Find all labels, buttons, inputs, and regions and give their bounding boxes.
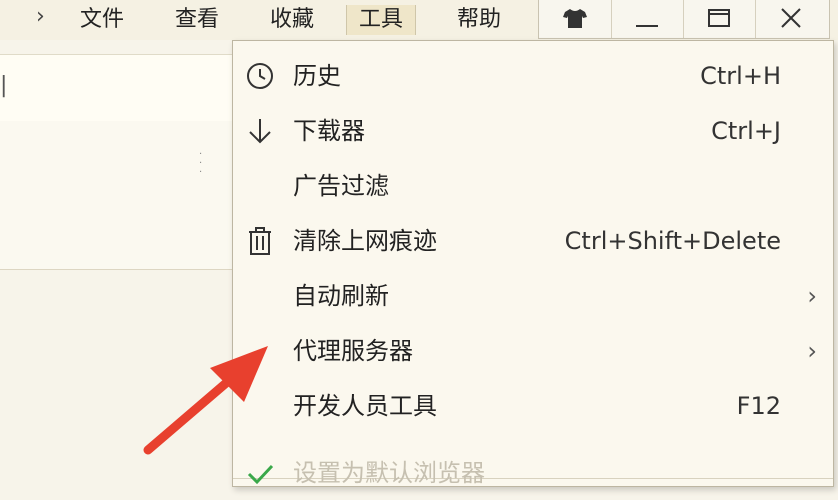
annotation-arrow-icon [143,346,268,455]
